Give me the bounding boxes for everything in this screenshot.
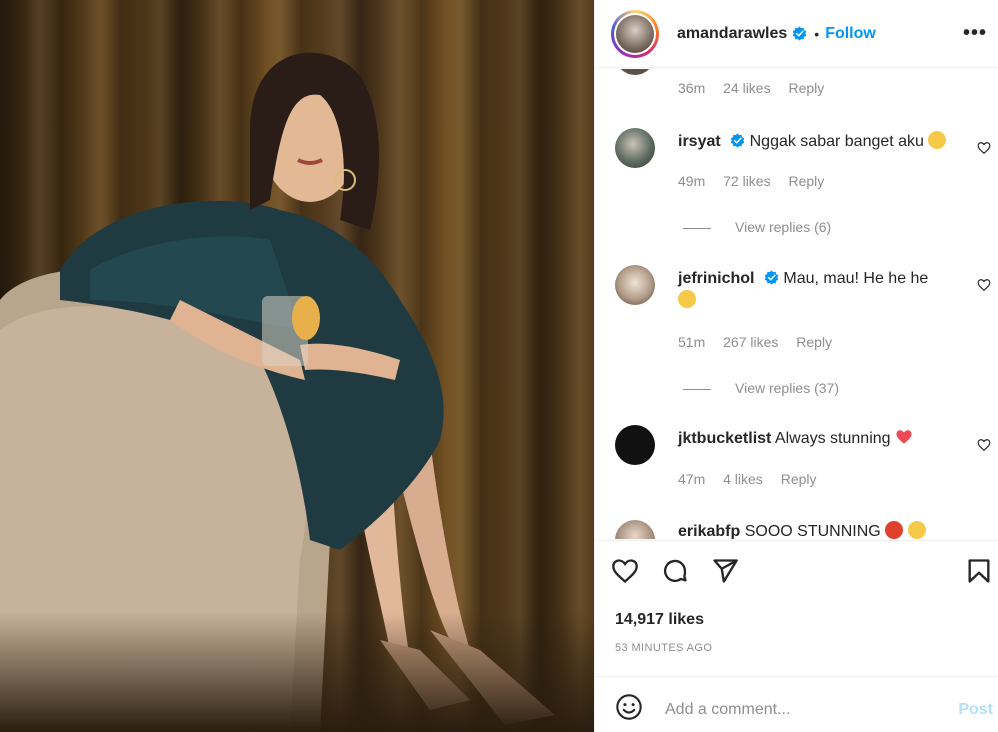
comment-username[interactable]: jefrinichol <box>678 270 754 287</box>
winking-tongue-emoji-icon <box>678 290 696 308</box>
post-header: amandarawles • Follow ••• <box>595 0 998 68</box>
like-comment-heart-icon[interactable] <box>977 278 991 292</box>
replies-divider <box>683 388 711 390</box>
grinning-tongue-emoji-icon <box>928 131 947 149</box>
comment-reply-button[interactable]: Reply <box>796 334 832 350</box>
view-replies-button[interactable]: View replies (6) <box>683 219 831 235</box>
author-avatar[interactable] <box>611 9 659 58</box>
add-comment-bar: Add a comment... Post <box>595 676 998 732</box>
view-replies-button[interactable]: View replies (37) <box>683 380 839 396</box>
comment-avatar[interactable] <box>615 69 655 75</box>
share-paper-plane-icon[interactable] <box>711 557 739 585</box>
comment-avatar[interactable] <box>615 425 655 465</box>
add-comment-input[interactable]: Add a comment... <box>665 701 790 719</box>
comment-bubble-icon[interactable] <box>661 557 689 585</box>
comment-likes[interactable]: 72 likes <box>723 173 770 189</box>
comment-body: Always stunning <box>774 430 891 447</box>
comment-text: jktbucketlist Always stunning <box>678 428 968 450</box>
more-options-icon[interactable]: ••• <box>963 22 987 45</box>
follow-button[interactable]: Follow <box>825 25 876 43</box>
post-comment-button[interactable]: Post <box>958 701 993 719</box>
comment-likes[interactable]: 24 likes <box>723 80 770 96</box>
comment-meta: 51m 267 likes Reply <box>678 334 846 350</box>
comment-avatar[interactable] <box>615 128 655 168</box>
comment-time: 47m <box>678 471 706 487</box>
heart-eyes-emoji-icon <box>907 521 926 539</box>
comment-username[interactable]: irsyat <box>678 133 721 150</box>
like-comment-heart-icon[interactable] <box>977 438 991 452</box>
replies-divider <box>683 227 711 229</box>
red-heart-emoji-icon <box>896 430 912 444</box>
comment-body: SOOO STUNNING <box>744 523 881 539</box>
post-sidebar: amandarawles • Follow ••• 36m 24 likes R… <box>594 0 998 732</box>
post-photo[interactable] <box>0 0 594 732</box>
author-username[interactable]: amandarawles <box>677 25 787 43</box>
like-comment-heart-icon[interactable] <box>977 141 991 155</box>
comment-meta: 36m 24 likes Reply <box>678 80 838 96</box>
separator-dot: • <box>814 25 820 42</box>
view-replies-label: View replies (6) <box>735 219 832 235</box>
comment-reply-button[interactable]: Reply <box>788 80 824 96</box>
comments-list[interactable]: 36m 24 likes Reply irsyat Nggak sabar ba… <box>595 69 998 539</box>
post-likes-count[interactable]: 14,917 likes <box>615 611 704 629</box>
comment-likes[interactable]: 4 likes <box>723 471 763 487</box>
comment-avatar[interactable] <box>615 265 655 305</box>
comment-avatar[interactable] <box>615 520 655 539</box>
verified-badge-icon <box>730 133 745 148</box>
photo-floor-shadow <box>0 612 594 732</box>
comment-meta: 49m 72 likes Reply <box>678 173 838 189</box>
comment-reply-button[interactable]: Reply <box>781 471 817 487</box>
emoji-picker-icon[interactable] <box>615 693 643 721</box>
comment-body: Mau, mau! He he he <box>783 270 929 287</box>
view-replies-label: View replies (37) <box>735 380 840 396</box>
like-heart-icon[interactable] <box>611 557 639 585</box>
comment-text: irsyat Nggak sabar banget aku <box>678 131 968 153</box>
comment-reply-button[interactable]: Reply <box>788 173 824 189</box>
post-actions: 14,917 likes 53 MINUTES AGO <box>595 540 998 676</box>
post-timestamp[interactable]: 53 MINUTES AGO <box>615 642 712 654</box>
comment-username[interactable]: erikabfp <box>678 523 740 539</box>
save-bookmark-icon[interactable] <box>965 557 993 585</box>
comment-time: 49m <box>678 173 706 189</box>
comment-time: 36m <box>678 80 706 96</box>
comment-username[interactable]: jktbucketlist <box>678 430 771 447</box>
avatar-inner <box>614 12 656 55</box>
verified-badge-icon <box>793 26 807 41</box>
comment-text: jefrinichol Mau, mau! He he he <box>678 268 968 312</box>
comment-likes[interactable]: 267 likes <box>723 334 778 350</box>
comment-body: Nggak sabar banget aku <box>749 133 924 150</box>
avatar-image <box>616 14 654 53</box>
verified-badge-icon <box>764 270 779 285</box>
action-icons <box>611 557 739 585</box>
emoji-icon <box>885 521 904 539</box>
comment-text: erikabfp SOOO STUNNING <box>678 521 968 539</box>
comment-time: 51m <box>678 334 706 350</box>
comment-meta: 47m 4 likes Reply <box>678 471 831 487</box>
